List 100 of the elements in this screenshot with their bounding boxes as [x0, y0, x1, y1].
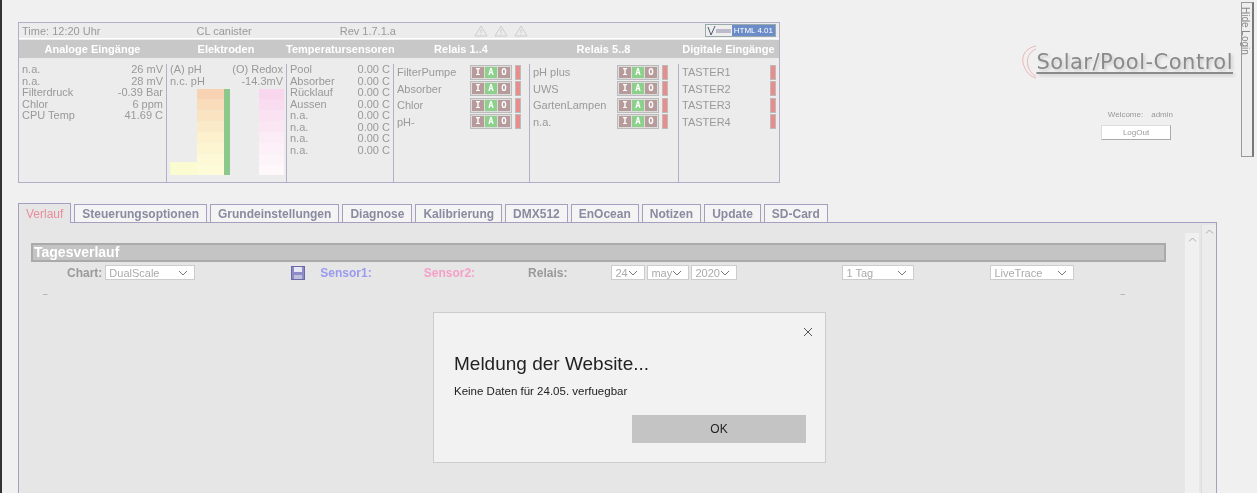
- tab[interactable]: Steuerungsoptionen: [74, 204, 208, 222]
- device-name: CL canister: [196, 24, 252, 37]
- status-time: Time: 12:20 Uhr: [22, 24, 101, 37]
- relay-label: n.a.: [533, 115, 553, 128]
- tab[interactable]: Grundeinstellungen: [210, 204, 340, 222]
- tab[interactable]: Diagnose: [342, 204, 413, 222]
- mode-option[interactable]: O: [645, 83, 657, 95]
- tab[interactable]: EnOcean: [570, 204, 639, 222]
- relay-label: GartenLampen: [533, 99, 608, 112]
- dialog-message: Keine Daten für 24.05. verfuegbar: [454, 385, 628, 397]
- mode-option[interactable]: O: [645, 116, 657, 128]
- temperature-sensor-label: Aussen: [290, 98, 327, 110]
- chevron-down-icon: [672, 269, 683, 276]
- relay-label: pH plus: [533, 66, 572, 79]
- chevron-down-icon: [178, 269, 189, 276]
- mode-option[interactable]: I: [619, 116, 631, 128]
- sensor1-label: Sensor1:: [320, 265, 372, 280]
- mode-option[interactable]: O: [498, 66, 510, 78]
- mode-option[interactable]: A: [485, 66, 497, 78]
- firmware-revision: Rev 1.7.1.a: [339, 24, 396, 37]
- tab[interactable]: Verlauf: [18, 203, 72, 223]
- mode-option[interactable]: I: [472, 83, 484, 95]
- range-select[interactable]: 1 Tag: [842, 265, 915, 280]
- left-marker: –: [43, 289, 48, 298]
- scrollbar[interactable]: [1201, 225, 1216, 493]
- year-select[interactable]: 2020: [691, 265, 738, 280]
- analog-input-label: Chlor: [22, 98, 49, 110]
- logo-text: Solar/Pool-Control: [1036, 50, 1233, 74]
- chevron-down-icon: [720, 269, 731, 276]
- analog-input-value: 28 mV: [131, 75, 163, 87]
- temperature-sensor-value: 0.00 C: [357, 133, 390, 145]
- warning-icon: [513, 24, 528, 37]
- close-icon[interactable]: [803, 327, 813, 337]
- dialog-title: Meldung der Website...: [454, 353, 650, 375]
- relay-label: UWS: [533, 82, 560, 95]
- digital-input-label: TASTER1: [682, 66, 731, 79]
- relay-label: Chlor: [397, 99, 425, 112]
- mode-option[interactable]: I: [472, 116, 484, 128]
- scrollbar[interactable]: [1185, 233, 1199, 493]
- mode-option[interactable]: A: [632, 83, 644, 95]
- mode-option[interactable]: O: [498, 116, 510, 128]
- tab[interactable]: Kalibrierung: [415, 204, 503, 222]
- analog-input-value: 41.69 C: [124, 110, 163, 122]
- temperature-sensor-value: 0.00 C: [357, 144, 390, 156]
- tab[interactable]: DMX512: [505, 204, 568, 222]
- mode-option[interactable]: O: [645, 99, 657, 111]
- mode-option[interactable]: I: [619, 83, 631, 95]
- digital-input-label: TASTER3: [682, 99, 731, 112]
- mode-option[interactable]: O: [645, 66, 657, 78]
- temperature-sensor-value: 0.00 C: [357, 121, 390, 133]
- mode-option[interactable]: O: [498, 83, 510, 95]
- analog-input-label: n.a.: [22, 64, 41, 76]
- temperature-sensor-label: n.a.: [290, 144, 309, 156]
- mode-option[interactable]: I: [472, 99, 484, 111]
- analog-input-value: -0.39 Bar: [117, 87, 163, 99]
- digital-input-label: TASTER2: [682, 82, 731, 95]
- ok-button[interactable]: OK: [632, 415, 806, 443]
- hide-login-tab[interactable]: Hide Login: [1241, 2, 1254, 157]
- mode-option[interactable]: A: [485, 83, 497, 95]
- mode-option[interactable]: I: [619, 66, 631, 78]
- digital-input-label: TASTER4: [682, 115, 731, 128]
- tab[interactable]: Update: [704, 204, 761, 222]
- mode-option[interactable]: A: [485, 116, 497, 128]
- mode-option[interactable]: I: [472, 66, 484, 78]
- temperature-sensor-label: n.a.: [290, 121, 309, 133]
- analog-input-label: CPU Temp: [22, 110, 75, 122]
- chart-type-select[interactable]: DualScale: [105, 265, 196, 280]
- electrode-value: n.c. pH: [170, 75, 205, 87]
- month-select[interactable]: may: [647, 265, 690, 280]
- chevron-down-icon: [897, 269, 908, 276]
- analog-input-label: n.a.: [22, 75, 41, 87]
- mode-option[interactable]: A: [485, 99, 497, 111]
- mode-option[interactable]: A: [632, 116, 644, 128]
- chevron-down-icon: [1057, 269, 1068, 276]
- chart-label: Chart:: [67, 265, 103, 280]
- analog-input-value: 26 mV: [131, 64, 163, 76]
- tab[interactable]: SD-Card: [763, 204, 828, 222]
- analog-input-value: 6 ppm: [132, 98, 163, 110]
- relay-label: FilterPumpe: [397, 66, 458, 79]
- temperature-sensor-value: 0.00 C: [357, 64, 390, 76]
- mode-option[interactable]: A: [632, 99, 644, 111]
- temperature-sensor-value: 0.00 C: [357, 98, 390, 110]
- mode-option[interactable]: A: [632, 66, 644, 78]
- sensor2-label: Sensor2:: [423, 265, 476, 280]
- warning-icon: [473, 24, 488, 37]
- chevron-down-icon: [628, 269, 639, 276]
- temperature-sensor-label: Rücklauf: [290, 87, 333, 99]
- save-icon[interactable]: [291, 265, 306, 280]
- temperature-sensor-label: n.a.: [290, 110, 309, 122]
- mode-option[interactable]: O: [498, 99, 510, 111]
- temperature-sensor-label: Pool: [290, 64, 313, 76]
- warning-icon: [493, 24, 508, 37]
- electrode-label: (A) pH: [170, 64, 202, 76]
- swoosh-icon: [1022, 44, 1037, 80]
- logout-button[interactable]: LogOut: [1101, 125, 1171, 140]
- mode-option[interactable]: I: [619, 99, 631, 111]
- user-name: admin: [1151, 110, 1173, 119]
- trace-mode-select[interactable]: LiveTrace: [990, 265, 1075, 280]
- tab[interactable]: Notizen: [641, 204, 702, 222]
- day-select[interactable]: 24: [611, 265, 646, 280]
